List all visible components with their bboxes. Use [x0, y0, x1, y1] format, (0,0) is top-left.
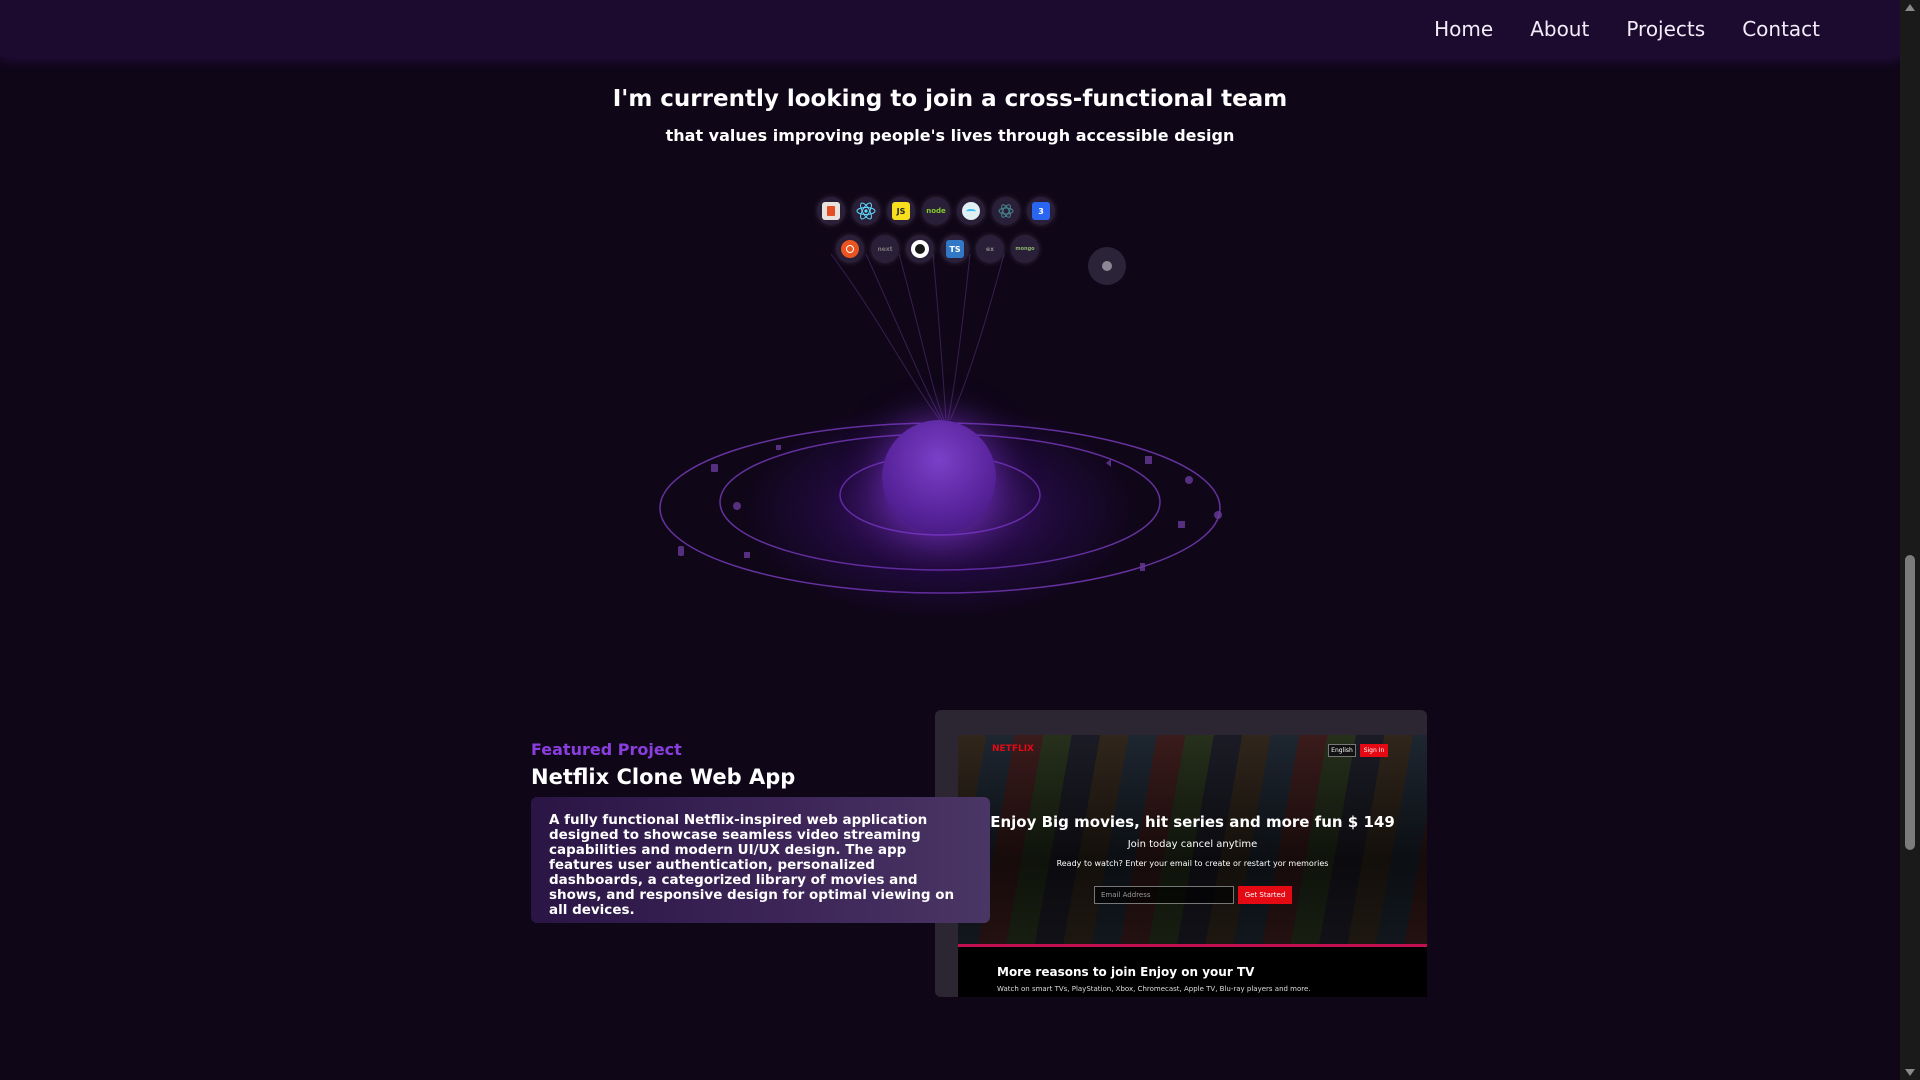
project-screenshot[interactable]: NETFLIX English Sign In Enjoy Big movies…	[958, 735, 1427, 997]
javascript-icon: JS	[887, 197, 915, 225]
screenshot-hero-subtitle: Join today cancel anytime	[1127, 839, 1258, 850]
screenshot-hero-text: Ready to watch? Enter your email to crea…	[1056, 859, 1329, 868]
electron-icon	[992, 197, 1020, 225]
typescript-label: TS	[946, 240, 964, 258]
project-title: Netflix Clone Web App	[531, 765, 796, 789]
nav-links: Home About Projects Contact	[1434, 0, 1820, 57]
mongodb-label: mongo	[1015, 246, 1035, 252]
javascript-label: JS	[892, 202, 910, 220]
floating-dot	[1088, 247, 1126, 285]
nav-contact-link[interactable]: Contact	[1742, 17, 1820, 41]
glowing-sphere	[882, 420, 996, 534]
screenshot-hero: NETFLIX English Sign In Enjoy Big movies…	[958, 735, 1427, 947]
mongodb-icon: mongo	[1011, 235, 1039, 263]
express-icon: ex	[976, 235, 1004, 263]
hero-headline: I'm currently looking to join a cross-fu…	[612, 86, 1288, 112]
express-label: ex	[986, 245, 994, 253]
nav-projects-link[interactable]: Projects	[1626, 17, 1705, 41]
scroll-thumb[interactable]	[1905, 555, 1915, 850]
screenshot-language-button: English	[1328, 744, 1356, 757]
screenshot-hero-title: Enjoy Big movies, hit series and more fu…	[990, 813, 1395, 831]
css-icon: 3	[1027, 197, 1055, 225]
page-scrollbar[interactable]	[1900, 0, 1920, 1080]
css-label: 3	[1032, 202, 1050, 220]
hero-subheadline: that values improving people's lives thr…	[665, 126, 1235, 145]
ubuntu-icon	[836, 235, 864, 263]
screenshot-get-started-button: Get Started	[1238, 886, 1292, 904]
react-icon	[852, 197, 880, 225]
screenshot-logo: NETFLIX	[992, 744, 1034, 754]
github-icon	[906, 235, 934, 263]
screenshot-more-title: More reasons to join Enjoy on your TV	[997, 965, 1255, 979]
tailwind-icon	[957, 197, 985, 225]
nodejs-icon: node	[922, 197, 950, 225]
typescript-icon: TS	[941, 235, 969, 263]
html-icon	[817, 197, 845, 225]
nodejs-label: node	[926, 207, 946, 215]
scroll-up-arrow-icon[interactable]	[1905, 4, 1915, 11]
next-icon: next	[871, 235, 899, 263]
screenshot-signin-button: Sign In	[1360, 744, 1388, 757]
nav-about-link[interactable]: About	[1530, 17, 1589, 41]
next-label: next	[877, 245, 893, 253]
screenshot-email-field: Email Address	[1094, 886, 1234, 904]
screenshot-more-subtitle: Watch on smart TVs, PlayStation, Xbox, C…	[997, 985, 1311, 993]
nav-home-link[interactable]: Home	[1434, 17, 1493, 41]
featured-project-label: Featured Project	[531, 740, 682, 759]
scroll-down-arrow-icon[interactable]	[1905, 1069, 1915, 1076]
project-description: A fully functional Netflix-inspired web …	[531, 797, 990, 923]
navbar: Home About Projects Contact	[0, 0, 1900, 57]
